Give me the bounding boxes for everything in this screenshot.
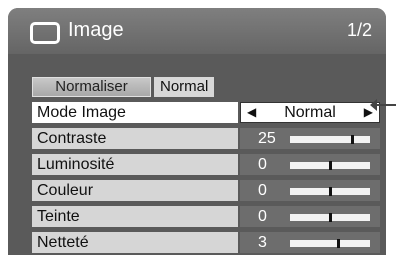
setting-label: Netteté [32,232,238,253]
screen-icon [30,22,60,44]
setting-label: Couleur [32,180,238,201]
setting-value-box: 25 [240,128,380,149]
picture-mode-value: Normal [284,104,336,121]
slider-knob[interactable] [350,135,354,144]
setting-row-tint[interactable]: Teinte 0 [32,206,380,227]
setting-row-color[interactable]: Couleur 0 [32,180,380,201]
slider-knob[interactable] [336,239,340,248]
normalize-button[interactable]: Normaliser [32,77,151,97]
menu-title: Image [68,19,124,41]
slider-knob[interactable] [328,161,332,170]
setting-row-sharpness[interactable]: Netteté 3 [32,232,380,253]
menu-header: Image 1/2 [8,8,386,54]
setting-row-picture-mode[interactable]: Mode Image ◀ Normal ▶ [32,102,380,123]
setting-value: 25 [258,130,276,147]
setting-row-brightness[interactable]: Luminosité 0 [32,154,380,175]
picture-mode-selector[interactable]: ◀ Normal ▶ [240,102,380,123]
slider-knob[interactable] [328,213,332,222]
sharpness-slider[interactable] [290,239,370,248]
setting-value: 0 [258,208,267,225]
slider-knob[interactable] [328,187,332,196]
setting-label: Mode Image [32,102,238,123]
normalize-state: Normal [154,77,215,97]
setting-value: 0 [258,182,267,199]
brightness-slider[interactable] [290,161,370,170]
contrast-slider[interactable] [290,135,370,144]
setting-label: Teinte [32,206,238,227]
setting-label: Luminosité [32,154,238,175]
callout-line [376,104,396,106]
page-indicator: 1/2 [346,20,372,40]
tint-slider[interactable] [290,213,370,222]
setting-value-box: 0 [240,180,380,201]
setting-row-contrast[interactable]: Contraste 25 [32,128,380,149]
settings-list: Mode Image ◀ Normal ▶ Contraste 25 Lumin… [32,102,380,255]
color-slider[interactable] [290,187,370,196]
setting-value: 3 [258,234,267,251]
setting-label: Contraste [32,128,238,149]
image-menu-panel: Image 1/2 Normaliser Normal Mode Image ◀… [8,8,386,255]
setting-value: 0 [258,156,267,173]
setting-value-box: 0 [240,154,380,175]
setting-value-box: 3 [240,232,380,253]
setting-value-box: 0 [240,206,380,227]
